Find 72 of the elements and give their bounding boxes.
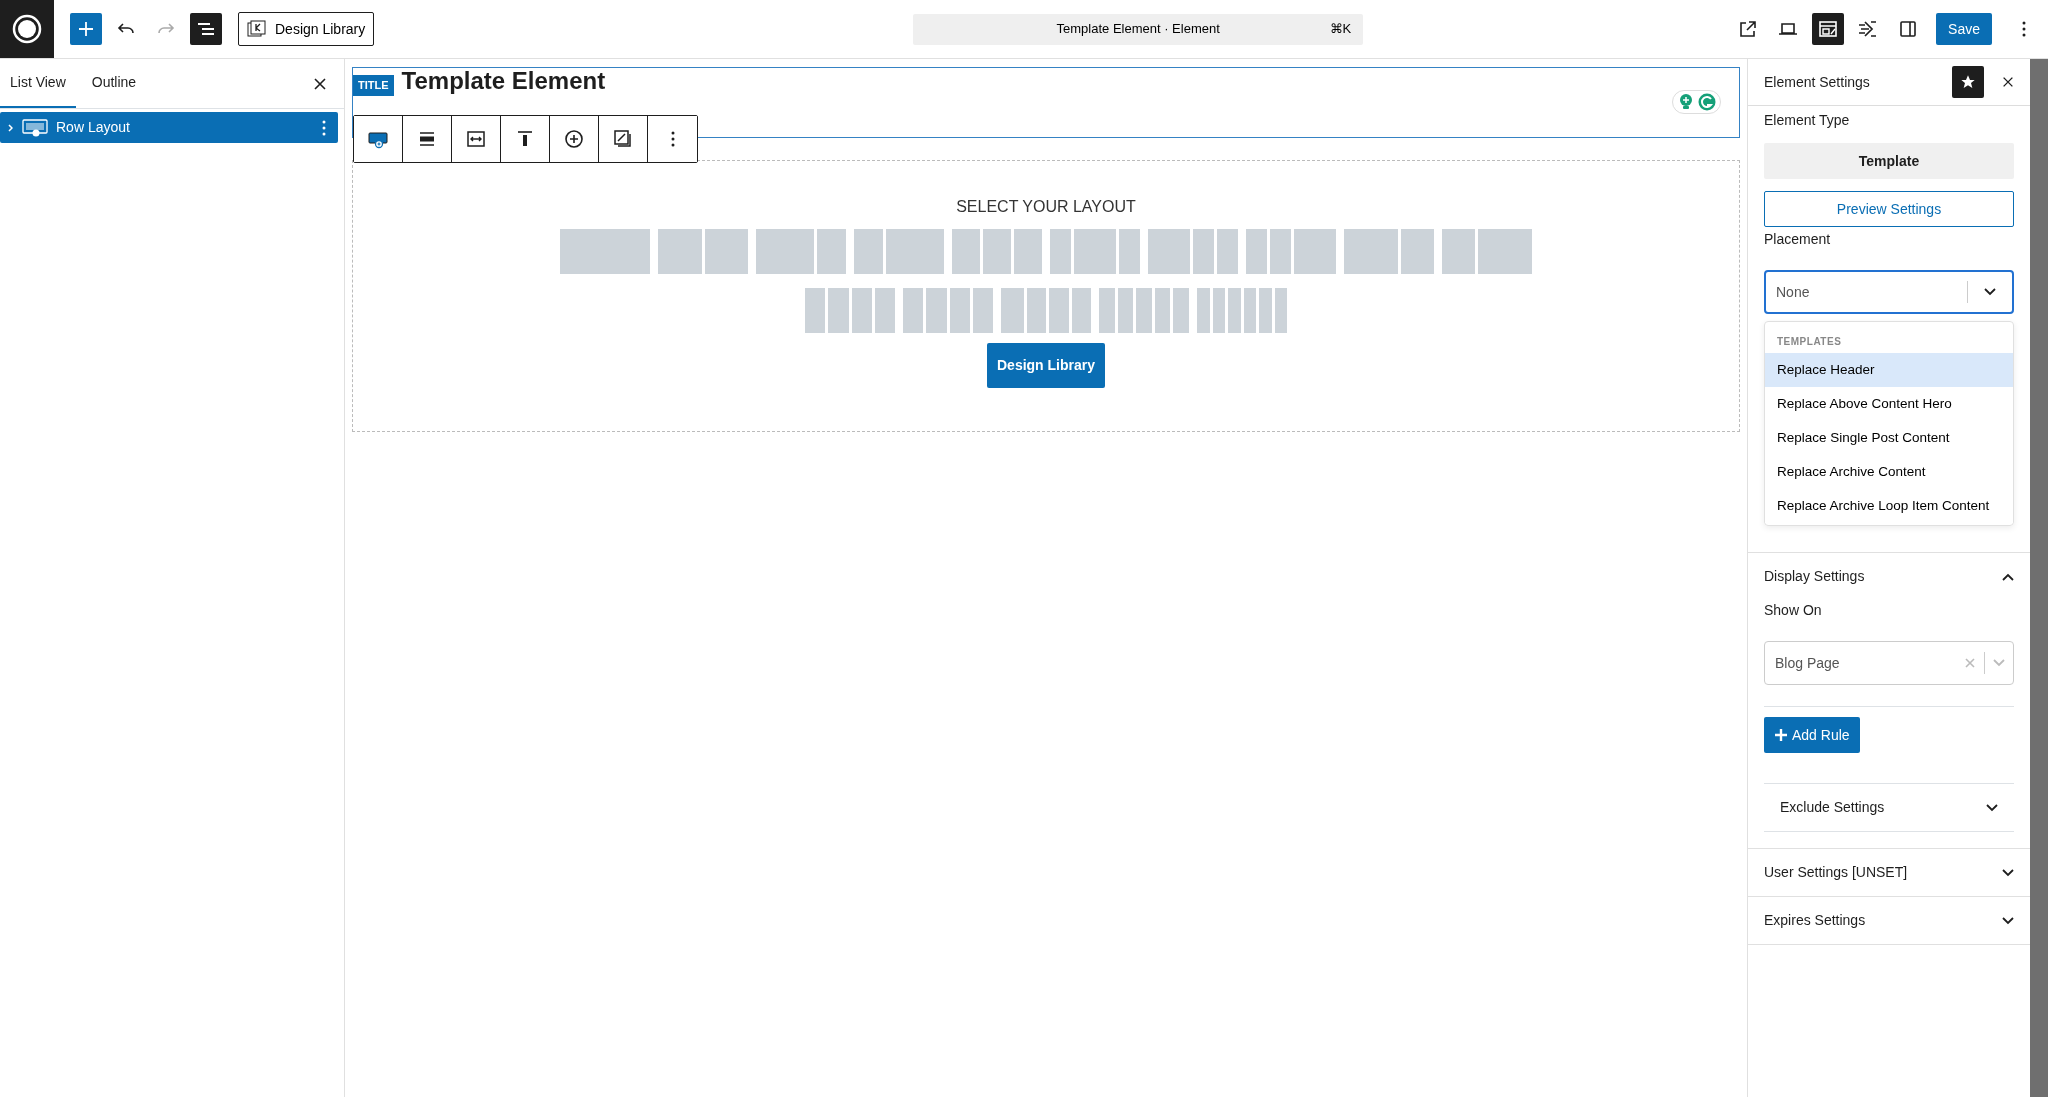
layout-option[interactable] bbox=[854, 229, 944, 274]
plus-icon bbox=[1774, 728, 1788, 742]
page-heading: Template Element bbox=[401, 68, 606, 94]
chevron-down-icon bbox=[2002, 868, 2014, 877]
item-label: Row Layout bbox=[56, 118, 130, 137]
layout-option[interactable] bbox=[1001, 288, 1091, 333]
placement-select[interactable]: None bbox=[1764, 270, 2014, 314]
shortcut-text: ⌘K bbox=[1329, 20, 1352, 39]
dropdown-option[interactable]: Replace Archive Loop Item Content bbox=[1765, 489, 2013, 523]
chevron-down-icon bbox=[1993, 659, 2005, 667]
star-icon bbox=[1960, 74, 1976, 90]
section-header[interactable]: User Settings [UNSET] bbox=[1748, 849, 2030, 896]
block-type-button[interactable] bbox=[354, 116, 403, 162]
chevron-down-icon bbox=[2002, 916, 2014, 925]
design-library-button[interactable]: Design Library bbox=[987, 343, 1105, 388]
field-label: Placement bbox=[1764, 230, 1832, 249]
layout-option[interactable] bbox=[1197, 288, 1287, 333]
preview-settings-button[interactable]: Preview Settings bbox=[1764, 191, 2014, 227]
row-block-icon bbox=[22, 118, 48, 137]
layout-option[interactable] bbox=[1050, 229, 1140, 274]
field-label: Show On bbox=[1764, 601, 1823, 620]
save-button[interactable]: Save bbox=[1936, 13, 1992, 45]
design-library-button[interactable]: Design Library bbox=[238, 12, 375, 46]
assistant-widget[interactable] bbox=[1672, 90, 1721, 114]
chevron-up-icon bbox=[2002, 572, 2014, 581]
layout-option[interactable] bbox=[658, 229, 748, 274]
logo-icon bbox=[12, 14, 42, 44]
panel-tab[interactable]: List View bbox=[0, 59, 76, 108]
layout-option[interactable] bbox=[1148, 229, 1238, 274]
panel-title: Element Settings bbox=[1764, 72, 1870, 92]
add-block-button[interactable] bbox=[70, 13, 102, 45]
command-bar[interactable]: Template Element · Element ⌘K bbox=[913, 13, 1364, 45]
section-header[interactable]: Exclude Settings bbox=[1764, 784, 2014, 831]
dropdown-option[interactable]: Replace Above Content Hero bbox=[1765, 387, 2013, 421]
section-header[interactable]: Display Settings bbox=[1748, 553, 2030, 600]
dropdown-option[interactable]: Replace Single Post Content bbox=[1765, 421, 2013, 455]
layout-heading: SELECT YOUR LAYOUT bbox=[955, 197, 1137, 217]
layout-option[interactable] bbox=[903, 288, 993, 333]
lightbulb-icon bbox=[1677, 93, 1695, 111]
more-icon bbox=[2022, 21, 2026, 37]
dropdown-option[interactable]: Replace Archive Content bbox=[1765, 455, 2013, 489]
close-icon bbox=[312, 75, 328, 92]
more-icon bbox=[670, 131, 675, 147]
layout-option[interactable] bbox=[952, 229, 1042, 274]
chevron-right-icon bbox=[8, 123, 13, 132]
more-icon bbox=[322, 119, 326, 136]
add-circle-icon bbox=[562, 127, 586, 151]
clear-icon bbox=[1964, 657, 1976, 669]
panel-tab[interactable]: Outline bbox=[81, 59, 147, 108]
panel-toggle-button[interactable] bbox=[1812, 13, 1845, 45]
layers-icon bbox=[247, 20, 267, 38]
list-view-item[interactable]: Row Layout bbox=[0, 112, 338, 143]
layout-option[interactable] bbox=[1246, 229, 1336, 274]
dropdown-option[interactable]: Replace Header bbox=[1765, 353, 2013, 387]
add-rule-button[interactable]: Add Rule bbox=[1764, 717, 1860, 753]
document-overview-button[interactable] bbox=[190, 13, 222, 45]
star-button[interactable] bbox=[1952, 66, 1984, 98]
layout-option[interactable] bbox=[1099, 288, 1189, 333]
circle-icon bbox=[1698, 93, 1716, 111]
group-heading: TEMPLATES bbox=[1776, 335, 1843, 349]
field-label: Element Type bbox=[1764, 111, 1851, 130]
block-label: TITLE bbox=[353, 75, 394, 96]
show-on-select[interactable]: Blog Page bbox=[1764, 641, 2014, 685]
layout-option[interactable] bbox=[1442, 229, 1532, 274]
layout-option[interactable] bbox=[1344, 229, 1434, 274]
close-icon bbox=[2001, 75, 2015, 89]
layout-option[interactable] bbox=[805, 288, 895, 333]
element-type-value: Template bbox=[1764, 143, 2014, 179]
layout-option[interactable] bbox=[756, 229, 846, 274]
section-header[interactable]: Expires Settings bbox=[1748, 897, 2030, 944]
chevron-down-icon bbox=[1984, 288, 1996, 296]
chevron-down-icon bbox=[1986, 803, 1998, 812]
